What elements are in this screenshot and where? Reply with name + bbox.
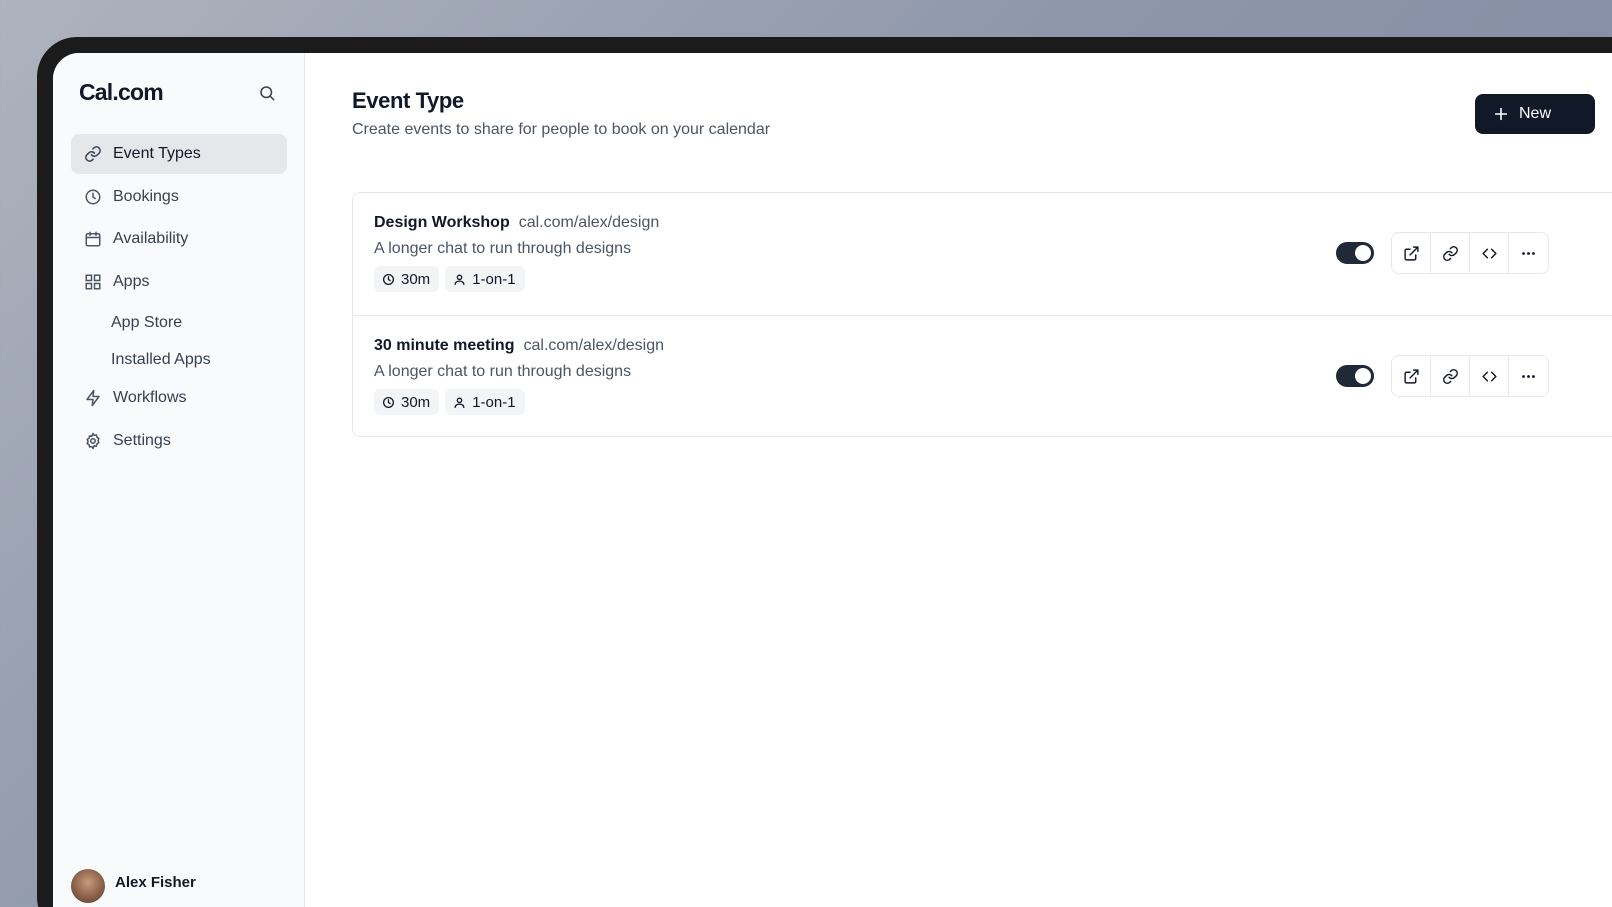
event-slug: cal.com/alex/design bbox=[523, 337, 664, 354]
duration-text: 30m bbox=[401, 270, 431, 288]
event-actions bbox=[1391, 232, 1549, 274]
sidebar-item-label: Availability bbox=[113, 230, 189, 247]
user-menu[interactable]: Alex Fisher bbox=[71, 869, 196, 903]
clock-icon bbox=[382, 272, 396, 286]
gear-icon bbox=[83, 431, 103, 451]
app-logo: Cal.com bbox=[79, 79, 164, 105]
event-description: A longer chat to run through designs bbox=[374, 240, 632, 257]
avatar bbox=[71, 869, 105, 903]
sidebar-item-bookings[interactable]: Bookings bbox=[71, 177, 287, 217]
embed-code-icon[interactable] bbox=[1470, 356, 1509, 396]
more-icon[interactable] bbox=[1509, 356, 1548, 396]
event-badges: 30m 1-on-1 bbox=[374, 266, 531, 292]
event-type-list: Design Workshop cal.com/alex/design A lon… bbox=[352, 192, 1612, 437]
page-title: Event Type bbox=[352, 88, 464, 113]
event-title-text: Design Workshop bbox=[374, 214, 510, 231]
event-description: A longer chat to run through designs bbox=[374, 363, 632, 380]
event-enabled-toggle[interactable] bbox=[1336, 365, 1374, 387]
sidebar-item-event-types[interactable]: Event Types bbox=[71, 134, 287, 174]
copy-link-icon[interactable] bbox=[1431, 233, 1470, 273]
sidebar-nav: Event Types Bookings Availability Apps A… bbox=[71, 134, 287, 463]
duration-badge: 30m bbox=[374, 389, 440, 415]
type-badge: 1-on-1 bbox=[445, 389, 525, 415]
sidebar: Cal.com Event Types Bookings Availabilit… bbox=[53, 53, 305, 907]
main-content: Event Type Create events to share for pe… bbox=[305, 53, 1612, 907]
sidebar-item-apps[interactable]: Apps bbox=[71, 262, 287, 302]
more-icon[interactable] bbox=[1509, 233, 1548, 273]
copy-link-icon[interactable] bbox=[1431, 356, 1470, 396]
new-button-label: New bbox=[1519, 105, 1552, 122]
clock-icon bbox=[382, 395, 396, 409]
plus-icon bbox=[1493, 105, 1511, 123]
sidebar-item-settings[interactable]: Settings bbox=[71, 421, 287, 461]
type-text: 1-on-1 bbox=[472, 393, 516, 411]
event-title-text: 30 minute meeting bbox=[374, 337, 515, 354]
event-title: 30 minute meeting cal.com/alex/design bbox=[374, 337, 664, 355]
sidebar-item-label: Apps bbox=[113, 272, 150, 290]
app-window: Cal.com Event Types Bookings Availabilit… bbox=[53, 53, 1612, 907]
bolt-icon bbox=[83, 388, 103, 408]
user-icon bbox=[453, 395, 467, 409]
page-subtitle: Create events to share for people to boo… bbox=[352, 121, 771, 138]
sidebar-item-label: Event Types bbox=[113, 145, 201, 162]
event-type-row[interactable]: Design Workshop cal.com/alex/design A lon… bbox=[353, 193, 1612, 315]
sidebar-item-label: Workflows bbox=[113, 389, 187, 406]
new-event-button[interactable]: New bbox=[1475, 94, 1595, 134]
link-icon bbox=[83, 144, 103, 164]
user-name: Alex Fisher bbox=[115, 873, 196, 891]
sidebar-item-workflows[interactable]: Workflows bbox=[71, 378, 287, 418]
external-link-icon[interactable] bbox=[1392, 356, 1431, 396]
embed-code-icon[interactable] bbox=[1470, 233, 1509, 273]
user-icon bbox=[453, 272, 467, 286]
sidebar-subitem-installed-apps[interactable]: Installed Apps bbox=[71, 341, 287, 378]
sidebar-subitem-app-store[interactable]: App Store bbox=[71, 304, 287, 341]
type-badge: 1-on-1 bbox=[445, 266, 525, 292]
event-type-row[interactable]: 30 minute meeting cal.com/alex/design A l… bbox=[353, 315, 1612, 437]
duration-text: 30m bbox=[401, 393, 431, 411]
calendar-icon bbox=[83, 229, 103, 249]
event-enabled-toggle[interactable] bbox=[1336, 242, 1374, 264]
duration-badge: 30m bbox=[374, 266, 440, 292]
sidebar-item-availability[interactable]: Availability bbox=[71, 219, 287, 259]
grid-icon bbox=[83, 272, 103, 292]
event-title: Design Workshop cal.com/alex/design bbox=[374, 214, 659, 232]
search-icon[interactable] bbox=[255, 81, 279, 105]
clock-icon bbox=[83, 187, 103, 207]
event-slug: cal.com/alex/design bbox=[518, 214, 660, 231]
event-badges: 30m 1-on-1 bbox=[374, 389, 531, 415]
sidebar-item-label: Settings bbox=[113, 431, 171, 449]
external-link-icon[interactable] bbox=[1392, 233, 1431, 273]
type-text: 1-on-1 bbox=[472, 270, 516, 288]
event-actions bbox=[1391, 355, 1549, 397]
sidebar-item-label: Bookings bbox=[113, 187, 179, 205]
